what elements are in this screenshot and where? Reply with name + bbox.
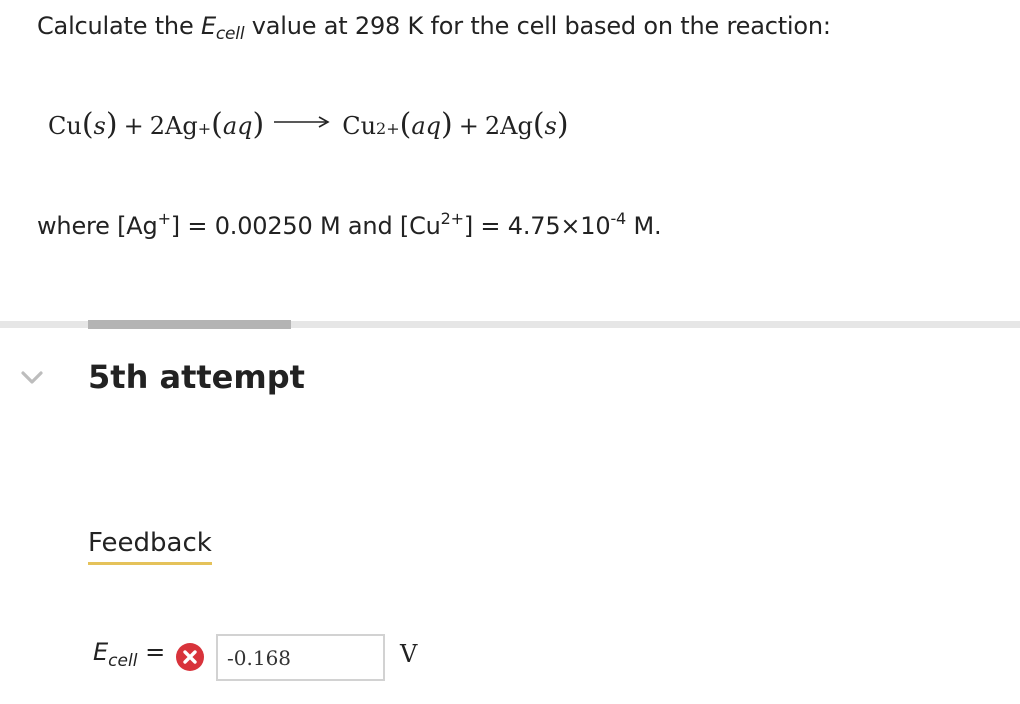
- ecell-answer-input[interactable]: [216, 634, 385, 681]
- question-prefix: Calculate the: [37, 12, 201, 40]
- coefficient-silver: 2: [484, 112, 501, 140]
- concentration-conditions: where [Ag+] = 0.00250 M and [Cu2+] = 4.7…: [37, 209, 662, 241]
- exponent: -4: [610, 209, 627, 228]
- answer-unit: V: [400, 640, 418, 668]
- attempt-progress-fill: [88, 320, 291, 329]
- incorrect-x-icon: [175, 642, 205, 672]
- plus-sign-2: +: [458, 112, 479, 140]
- plus-sign-1: +: [123, 112, 144, 140]
- conditions-part2: ] = 0.00250 M and [Cu: [170, 212, 441, 240]
- feedback-link[interactable]: Feedback: [88, 528, 212, 565]
- cu-charge: 2+: [440, 209, 464, 228]
- state-solid-1: s: [93, 112, 106, 140]
- question-suffix: value at 298 K for the cell based on the…: [244, 12, 831, 40]
- ag-charge: +: [157, 209, 171, 228]
- answer-label: Ecell =: [93, 638, 166, 670]
- state-aqueous-2: aq: [411, 112, 442, 140]
- answer-label-symbol: E: [93, 638, 109, 666]
- conditions-part4: M.: [626, 212, 662, 240]
- reaction-arrow-icon: [274, 106, 330, 134]
- ecell-symbol: E: [200, 12, 216, 40]
- answer-equals: =: [145, 638, 166, 666]
- answer-label-subscript: cell: [108, 651, 138, 671]
- reactant-copper: Cu: [48, 112, 82, 140]
- product-silver: Ag: [500, 112, 533, 140]
- attempt-title: 5th attempt: [88, 358, 305, 396]
- coefficient-silver-ion: 2: [149, 112, 165, 140]
- conditions-part1: where [Ag: [37, 212, 158, 240]
- reactant-silver-ion: Ag: [164, 112, 198, 140]
- chevron-down-icon[interactable]: [20, 370, 44, 386]
- ecell-subscript: cell: [215, 24, 245, 44]
- reaction-equation: Cu (s) + 2 Ag + (aq) Cu 2+ (aq) + 2 Ag (s): [48, 107, 569, 142]
- conditions-part3: ] = 4.75×10: [463, 212, 611, 240]
- state-solid-2: s: [544, 112, 557, 140]
- state-aqueous-1: aq: [222, 112, 253, 140]
- question-text: Calculate the Ecell value at 298 K for t…: [37, 12, 831, 43]
- product-copper-ion: Cu: [342, 112, 377, 140]
